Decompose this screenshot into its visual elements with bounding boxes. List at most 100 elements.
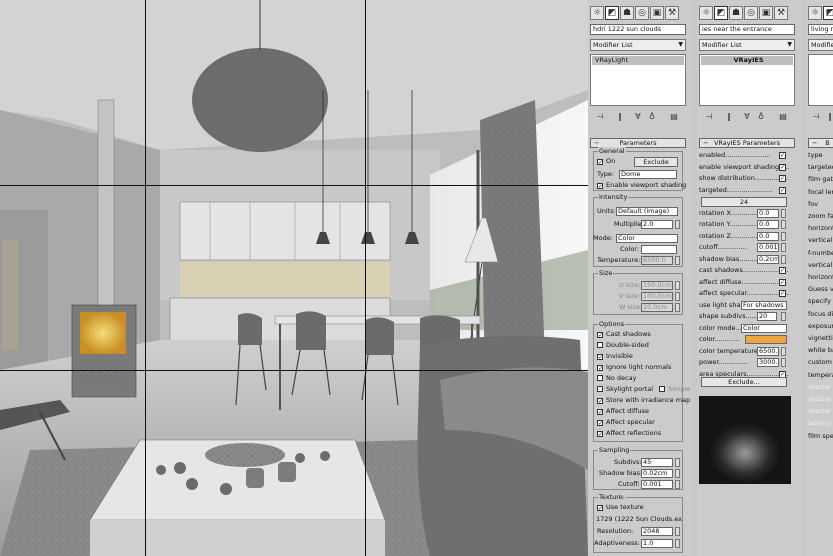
sun-icon[interactable]: ☼ [590,6,604,20]
ies-field-input[interactable]: 0.0 [757,220,779,229]
ies-file-button[interactable]: 24 [701,197,787,207]
multiplier-input[interactable]: 2.0 [641,220,673,229]
v-size-spinner[interactable] [675,292,680,301]
stack-item[interactable]: VRayLight [592,56,684,65]
show-end-result-icon[interactable]: ‖ [824,111,833,123]
w-size-input[interactable]: 10.0cm [641,303,673,312]
ies-checkbox[interactable]: ✓ [779,278,786,286]
multiplier-spinner[interactable] [675,220,680,229]
viewport-shading-checkbox[interactable]: ✓ Enable viewport shading [597,181,686,190]
u-size-spinner[interactable] [675,281,680,290]
ies-spinner[interactable] [781,358,786,367]
checkbox-box[interactable]: ✓ [597,354,603,361]
remove-modifier-icon[interactable]: ♁ [646,111,658,123]
exclude-button[interactable]: Exclude... [701,377,787,387]
object-name-field[interactable]: hdri 1222 sun clouds [590,24,686,35]
checkbox-box[interactable]: ✓ [597,332,603,339]
modify-icon[interactable]: ◩ [605,6,619,20]
checkbox-box[interactable] [597,375,603,381]
ies-spinner[interactable] [781,231,786,241]
shadow-bias-input[interactable]: 0.02cm [641,469,673,478]
temperature-spinner[interactable] [675,256,680,265]
checkbox-box[interactable]: ✓ [597,365,603,372]
shadow-bias-spinner[interactable] [675,469,680,478]
option-checkbox[interactable]: Skylight portal Simple [597,385,690,394]
stack-item[interactable]: VRayIES [701,56,793,65]
render-viewport[interactable] [0,0,588,556]
mode-select[interactable]: Color [616,234,678,243]
remove-modifier-icon[interactable]: ♁ [755,111,767,123]
option-checkbox[interactable]: ✓ Affect diffuse [597,407,649,416]
adaptiveness-spinner[interactable] [675,539,680,548]
hierarchy-icon[interactable]: ☗ [729,6,743,20]
ies-spinner[interactable] [781,243,786,252]
texture-map-button[interactable]: 1729 (1222 Sun Clouds.exr) [596,515,682,524]
vrayies-parameters-rollout[interactable]: − VRayIES Parameters [699,138,795,148]
utilities-icon[interactable]: ⚒ [774,6,788,20]
object-name-field[interactable]: living roo [808,24,833,35]
utilities-icon[interactable]: ⚒ [665,6,679,20]
show-end-result-icon[interactable]: ‖ [614,111,626,123]
resolution-input[interactable]: 2048 [641,527,673,536]
display-icon[interactable]: ▣ [759,6,773,20]
type-select[interactable]: Dome [619,170,677,179]
checkbox-box[interactable]: ✓ [597,409,603,416]
option-checkbox[interactable]: ✓ Ignore light normals [597,363,671,372]
u-size-input[interactable]: 150.0cm [641,281,673,290]
ies-spinner[interactable] [781,254,786,264]
modifier-stack[interactable] [808,54,833,106]
sun-icon[interactable]: ☼ [808,6,822,20]
checkbox-box[interactable] [597,342,603,348]
modifier-stack[interactable]: VRayLight [590,54,686,106]
modify-icon[interactable]: ◩ [714,6,728,20]
modifier-stack[interactable]: VRayIES [699,54,795,106]
show-end-result-icon[interactable]: ‖ [723,111,735,123]
ies-checkbox[interactable]: ✓ [779,186,786,194]
option-checkbox[interactable]: ✓ Affect specular [597,418,655,427]
v-size-input[interactable]: 100.0cm [641,292,673,301]
modifier-list-dropdown[interactable]: Modifier List ▼ [590,39,686,51]
checkbox-box[interactable] [597,386,603,392]
option-checkbox[interactable]: ✓ Store with irradiance map [597,396,690,405]
option-checkbox[interactable]: ✓ Invisible [597,352,633,361]
motion-icon[interactable]: ◎ [635,6,649,20]
ies-spinner[interactable] [781,312,786,321]
checkbox-box[interactable]: ✓ [597,420,603,427]
modifier-list-dropdown[interactable]: Modifier [808,39,833,51]
pin-stack-icon[interactable]: ⊣ [703,111,715,123]
ies-spinner[interactable] [781,220,786,229]
subdivs-spinner[interactable] [675,458,680,467]
adaptiveness-input[interactable]: 1.0 [641,539,673,548]
ies-checkbox[interactable]: ✓ [779,267,786,274]
option-checkbox[interactable]: ✓ Cast shadows [597,330,651,339]
simple-checkbox[interactable]: Simple [659,385,690,393]
light-shape-select[interactable]: For shadows [741,300,787,310]
ies-field-input[interactable]: 0.2cm [757,254,779,264]
cutoff-input[interactable]: 0.001 [641,480,673,489]
ies-field-input[interactable]: 3000.0 [757,358,779,367]
ies-checkbox[interactable]: ✓ [779,290,786,297]
resolution-spinner[interactable] [675,527,680,536]
ies-checkbox[interactable]: ✓ [779,175,786,182]
option-checkbox[interactable]: No decay [597,374,636,383]
w-size-spinner[interactable] [675,303,680,312]
pin-stack-icon[interactable]: ⊣ [810,111,822,123]
ies-field-input[interactable]: 0.0 [757,208,779,218]
pin-stack-icon[interactable]: ⊣ [594,111,606,123]
exclude-button[interactable]: Exclude [634,157,678,167]
ies-field-input[interactable]: 0.0 [757,231,779,241]
ies-field-input[interactable]: 0.001 [757,243,779,252]
make-unique-icon[interactable]: ∀ [632,111,644,123]
option-checkbox[interactable]: Double-sided [597,341,649,350]
modify-icon[interactable]: ◩ [823,6,833,20]
ies-checkbox[interactable]: ✓ [779,152,786,159]
temperature-input[interactable]: 6500.0 [641,256,673,265]
ies-color-swatch[interactable] [745,335,787,344]
configure-icon[interactable]: ▤ [668,111,680,123]
option-checkbox[interactable]: ✓ Affect reflections [597,429,661,438]
sun-icon[interactable]: ☼ [699,6,713,20]
checkbox-box[interactable]: ✓ [597,398,603,405]
ies-field-input[interactable]: 6500.0 [757,346,779,356]
use-texture-checkbox[interactable]: ✓ Use texture [597,503,644,512]
ies-spinner[interactable] [781,346,786,356]
